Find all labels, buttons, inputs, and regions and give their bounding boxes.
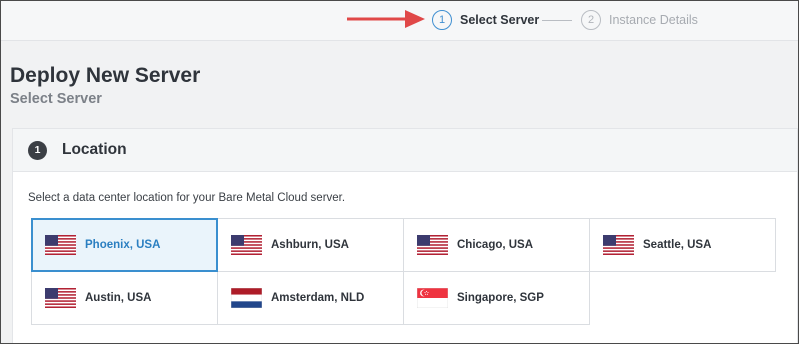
location-label: Chicago, USA [457, 239, 534, 251]
us-flag-icon [45, 288, 76, 308]
step-1-number: 1 [432, 10, 452, 30]
page-subtitle: Select Server [10, 91, 102, 107]
stepper: 1 Select Server 2 Instance Details [1, 1, 798, 41]
location-card: 1 Location Select a data center location… [12, 128, 798, 343]
location-option-phoenix[interactable]: Phoenix, USA [31, 218, 218, 272]
step-2-label: Instance Details [609, 13, 698, 27]
location-option-austin[interactable]: Austin, USA [31, 271, 218, 325]
app-frame: 1 Select Server 2 Instance Details Deplo… [0, 0, 799, 344]
location-description: Select a data center location for your B… [28, 192, 346, 204]
page-title: Deploy New Server [10, 64, 201, 87]
location-label: Austin, USA [85, 292, 152, 304]
us-flag-icon [45, 235, 76, 255]
red-arrow-annotation-icon [347, 10, 425, 28]
us-flag-icon [603, 235, 634, 255]
location-option-ashburn[interactable]: Ashburn, USA [217, 218, 404, 272]
location-label: Seattle, USA [643, 239, 712, 251]
us-flag-icon [231, 235, 262, 255]
step-select-server[interactable]: 1 Select Server [432, 9, 539, 31]
location-label: Phoenix, USA [85, 239, 161, 251]
singapore-flag-icon [417, 288, 448, 308]
location-label: Amsterdam, NLD [271, 292, 365, 304]
location-option-chicago[interactable]: Chicago, USA [403, 218, 590, 272]
step-connector [542, 20, 572, 21]
location-label: Ashburn, USA [271, 239, 349, 251]
location-option-seattle[interactable]: Seattle, USA [589, 218, 776, 272]
location-card-header: 1 Location [13, 129, 797, 172]
step-instance-details[interactable]: 2 Instance Details [581, 9, 698, 31]
location-option-amsterdam[interactable]: Amsterdam, NLD [217, 271, 404, 325]
location-label: Singapore, SGP [457, 292, 544, 304]
step-2-number: 2 [581, 10, 601, 30]
location-option-singapore[interactable]: Singapore, SGP [403, 271, 590, 325]
section-number-badge: 1 [28, 140, 47, 160]
netherlands-flag-icon [231, 288, 262, 308]
us-flag-icon [417, 235, 448, 255]
step-1-label: Select Server [460, 13, 540, 27]
location-grid: Phoenix, USA Ashburn, USA Chicago, USA S… [31, 218, 776, 325]
location-section-title: Location [62, 141, 127, 158]
